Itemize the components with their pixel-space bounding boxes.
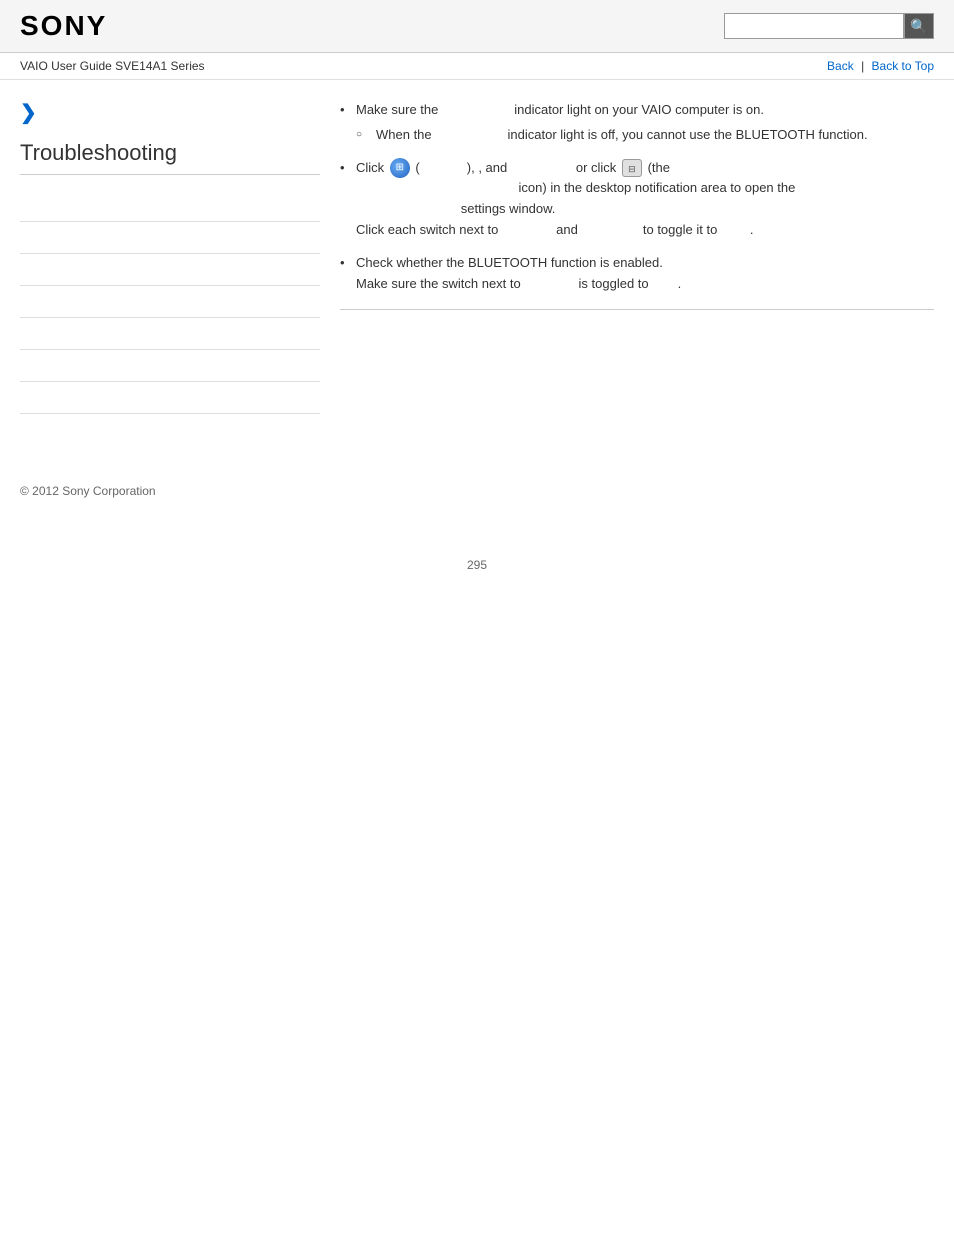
search-button[interactable]: 🔍 <box>904 13 934 39</box>
paren-open: ( <box>415 160 419 175</box>
windows-orb-icon <box>390 158 410 178</box>
nav-links: Back | Back to Top <box>827 59 934 73</box>
sidebar-link[interactable] <box>20 295 23 309</box>
bullet-item-2: Click ( ), , and or click ⊟ (the <box>340 158 934 241</box>
list-item[interactable] <box>20 190 320 222</box>
bullet-item-3: Check whether the BLUETOOTH function is … <box>340 253 934 295</box>
sidebar-link[interactable] <box>20 359 23 373</box>
is-toggled-label: is toggled to <box>579 276 649 291</box>
sidebar-link[interactable] <box>20 391 23 405</box>
bullet1-sub2: indicator light is off, you cannot use t… <box>508 127 868 142</box>
period3: . <box>678 276 682 291</box>
and2-label: and <box>556 222 578 237</box>
list-item[interactable] <box>20 286 320 318</box>
sidebar-link[interactable] <box>20 327 23 341</box>
page-number: 295 <box>0 558 954 592</box>
sony-logo: SONY <box>20 10 107 42</box>
footer: © 2012 Sony Corporation <box>0 464 954 518</box>
and-label: , and <box>478 160 507 175</box>
back-to-top-link[interactable]: Back to Top <box>872 59 934 73</box>
content-divider <box>340 309 934 310</box>
bullet1-sub-text: When the <box>376 127 432 142</box>
back-link[interactable]: Back <box>827 59 854 73</box>
copyright-text: © 2012 Sony Corporation <box>20 484 156 498</box>
sidebar-title: Troubleshooting <box>20 140 320 175</box>
settings-window: settings window. <box>461 201 556 216</box>
sidebar-link[interactable] <box>20 231 23 245</box>
icon-label: icon) in the desktop notification area t… <box>519 180 796 195</box>
period1: . <box>750 222 754 237</box>
content-area: Make sure the indicator light on your VA… <box>340 100 934 414</box>
main-container: ❯ Troubleshooting Make sure the in <box>0 80 954 434</box>
search-input[interactable] <box>724 13 904 39</box>
or-click-label: or click <box>576 160 616 175</box>
sidebar: ❯ Troubleshooting <box>20 100 320 414</box>
click-each: Click each switch next to <box>356 222 498 237</box>
toggle-label: to toggle it to <box>643 222 717 237</box>
paren-close: ), <box>467 160 475 175</box>
nav-separator: | <box>861 59 867 73</box>
sidebar-links <box>20 190 320 414</box>
header: SONY 🔍 <box>0 0 954 53</box>
the-label: (the <box>648 160 670 175</box>
click-label: Click <box>356 160 384 175</box>
list-item[interactable] <box>20 222 320 254</box>
list-item[interactable] <box>20 382 320 414</box>
bullet3-main: Check whether the BLUETOOTH function is … <box>356 255 663 270</box>
content-list: Make sure the indicator light on your VA… <box>340 100 934 294</box>
content-body: Make sure the indicator light on your VA… <box>340 100 934 310</box>
sidebar-link[interactable] <box>20 263 23 277</box>
list-item[interactable] <box>20 254 320 286</box>
list-item[interactable] <box>20 318 320 350</box>
sidebar-link[interactable] <box>20 199 23 213</box>
settings-icon: ⊟ <box>622 159 642 177</box>
bullet-item-1: Make sure the indicator light on your VA… <box>340 100 934 146</box>
bullet1-main: Make sure the <box>356 102 438 117</box>
search-area: 🔍 <box>724 13 934 39</box>
nav-bar: VAIO User Guide SVE14A1 Series Back | Ba… <box>0 53 954 80</box>
bullet1-main2: indicator light on your VAIO computer is… <box>514 102 764 117</box>
bullet1-sub: When the indicator light is off, you can… <box>356 125 934 146</box>
guide-title: VAIO User Guide SVE14A1 Series <box>20 59 205 73</box>
sidebar-arrow: ❯ <box>20 100 320 125</box>
list-item[interactable] <box>20 350 320 382</box>
make-sure-label: Make sure the switch next to <box>356 276 521 291</box>
search-icon: 🔍 <box>910 18 927 35</box>
